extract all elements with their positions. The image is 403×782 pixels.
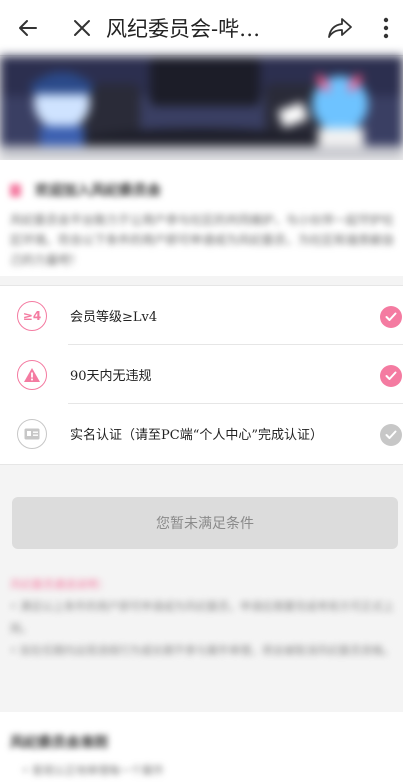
rules-heading: 风纪委员会准则 — [10, 735, 108, 751]
notes-line: • 如在任期内出现违规行为或长期不参与案件审理，将会被取消风纪委员资格。 — [10, 644, 394, 657]
id-card-icon — [17, 419, 47, 449]
check-icon — [380, 424, 402, 446]
share-icon[interactable] — [326, 14, 354, 42]
notes-title: 风纪委员遴选说明： — [10, 578, 109, 591]
requirement-real-name: 实名认证（请至PC端“个人中心”完成认证） — [0, 404, 403, 463]
requirement-label: 会员等级≥Lv4 — [70, 310, 158, 325]
requirement-label: 实名认证（请至PC端“个人中心”完成认证） — [70, 428, 323, 443]
selection-notes: 风纪委员遴选说明： • 满足以上条件的用户即可申请成为风纪委员，申请后需要完成考… — [0, 568, 403, 700]
level-badge-icon: ≥4 — [17, 301, 47, 331]
banner-image — [0, 56, 403, 160]
bookmark-icon — [10, 184, 21, 197]
more-vertical-icon[interactable] — [372, 14, 400, 42]
requirement-level: ≥4 会员等级≥Lv4 — [0, 286, 403, 345]
check-icon — [380, 306, 402, 328]
intro-heading: 欢迎加入风纪委员会 — [10, 180, 161, 200]
requirement-no-violation: 90天内无违规 — [0, 345, 403, 404]
requirements-list: ≥4 会员等级≥Lv4 90天内无违规 实名认证（请至PC端“个人中心”完成认证… — [0, 285, 403, 465]
arrow-left-icon[interactable] — [14, 14, 42, 42]
check-icon — [380, 365, 402, 387]
close-icon[interactable] — [68, 14, 96, 42]
page-title: 风纪委员会-哔… — [106, 17, 261, 41]
notes-body: • 满足以上条件的用户即可申请成为风纪委员，申请后需要完成考核方可正式上岗。 •… — [10, 596, 395, 662]
notes-line: • 满足以上条件的用户即可申请成为风纪委员，申请后需要完成考核方可正式上岗。 — [10, 600, 394, 635]
apply-button[interactable]: 您暂未满足条件 — [12, 497, 398, 549]
rules-first-line: • 客观公正地审理每一个案件 — [22, 764, 164, 777]
intro-text: 风纪委员会平台致力于让用户参与社区的共同维护，与小伙伴一起守护社区环境。符合以下… — [10, 213, 395, 267]
requirement-label: 90天内无违规 — [70, 369, 152, 384]
warning-icon — [17, 360, 47, 390]
top-navigation-bar: 风纪委员会-哔… — [0, 0, 403, 56]
rules-card: 风纪委员会准则 • 客观公正地审理每一个案件 — [0, 712, 403, 782]
intro-card: 欢迎加入风纪委员会 风纪委员会平台致力于让用户参与社区的共同维护，与小伙伴一起守… — [0, 160, 403, 276]
